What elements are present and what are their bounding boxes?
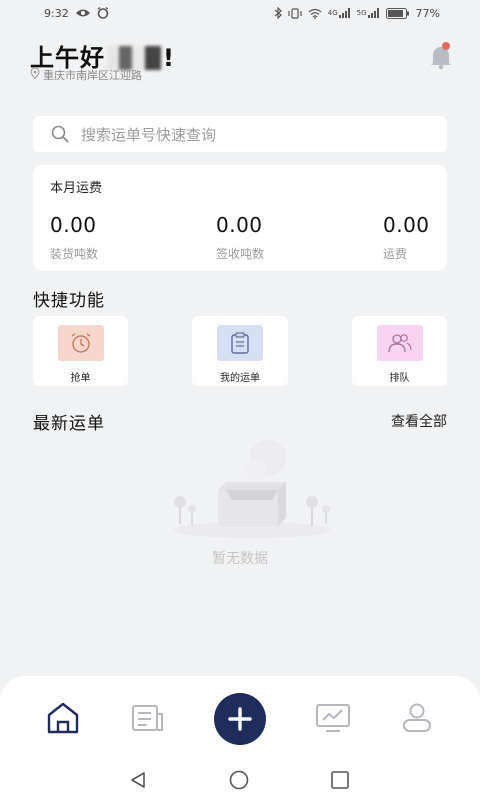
stat-loaded-tons: 0.00 装货吨数 [50,213,98,262]
status-bar: 9:32 4G 5G 77% [0,0,480,26]
network-4g-label: 4G [327,9,338,17]
empty-state-text: 暂无数据 [212,551,268,567]
monitor-chart-icon [316,704,350,732]
quick-label: 我的运单 [220,373,260,384]
quick-grab-order-button[interactable]: 抢单 [33,316,128,386]
view-all-link[interactable]: 查看全部 [391,411,447,431]
quick-label: 排队 [389,373,410,384]
empty-box-illustration [174,440,330,538]
quick-functions-title: 快捷功能 [33,291,105,311]
plus-icon [228,707,252,731]
waybill-icon [132,705,163,731]
recents-icon[interactable] [330,770,350,790]
location-pin-icon [30,67,40,82]
stat-label: 签收吨数 [216,247,265,261]
vibrate-icon [288,7,302,19]
status-time: 9:32 [44,6,69,20]
add-order-button[interactable] [214,693,266,745]
home-circle-icon[interactable] [229,770,249,790]
notification-badge [442,42,450,50]
location[interactable]: 重庆市南岸区江迎路 [30,67,142,83]
search-placeholder: 搜索运单号快速查询 [81,125,217,144]
quick-queue-button[interactable]: 排队 [352,316,447,386]
tab-home[interactable] [44,700,82,736]
monthly-fee-title: 本月运费 [50,181,103,196]
tab-monitor[interactable] [314,700,352,736]
home-icon [47,702,79,734]
monthly-fee-card: 本月运费 0.00 装货吨数 0.00 签收吨数 0.00 运费 [33,165,447,270]
signal-5g-icon: 5G [357,8,380,18]
notification-button[interactable] [428,42,454,70]
search-icon [51,125,69,143]
quick-my-waybills-button[interactable]: 我的运单 [192,316,288,386]
bell-icon [431,47,451,70]
search-input[interactable]: 搜索运单号快速查询 [33,116,447,152]
stat-value: 0.00 [50,213,97,237]
battery-icon [385,7,410,19]
stat-label: 运费 [383,247,408,261]
alarm-icon [97,7,109,19]
battery-percent: 77% [415,6,440,20]
eye-icon [75,8,91,18]
location-text: 重庆市南岸区江迎路 [43,69,142,82]
wifi-icon [308,8,322,19]
tab-profile[interactable] [398,700,436,736]
user-icon [403,703,431,732]
stat-label: 装货吨数 [50,247,99,261]
quick-label: 抢单 [70,373,91,384]
stat-value: 0.00 [383,213,430,237]
bottom-tab-bar [0,676,480,760]
alarm-clock-icon [57,325,104,361]
latest-waybills-title: 最新运单 [33,414,105,434]
back-icon[interactable] [128,770,148,790]
stat-signed-tons: 0.00 签收吨数 [216,213,264,262]
stat-value: 0.00 [216,213,263,237]
system-nav-bar [0,760,480,800]
tab-waybills[interactable] [129,700,167,736]
stat-freight: 0.00 运费 [383,213,430,262]
signal-4g-icon: 4G [328,8,351,18]
greeting-suffix: ! [163,44,175,72]
clipboard-icon [217,325,263,361]
bluetooth-icon [274,7,282,19]
network-5g-label: 5G [356,9,367,17]
users-icon [376,325,423,361]
